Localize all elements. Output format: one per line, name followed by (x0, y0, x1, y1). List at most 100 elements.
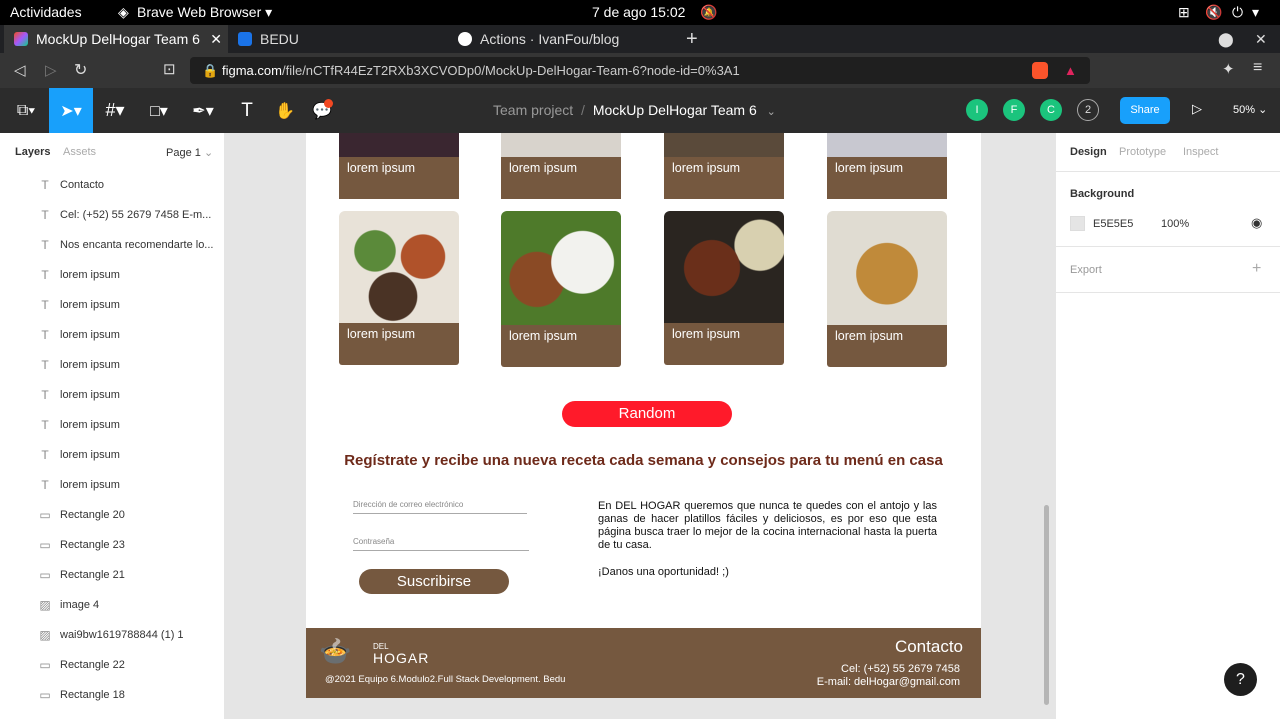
forward-icon[interactable]: ▷ (45, 61, 57, 79)
add-export-icon[interactable]: + (1252, 260, 1261, 278)
text-layer-icon: T (41, 298, 49, 312)
url-input[interactable]: 🔒 figma.com/file/nCTfR44EzT2RXb3XCVODp0/… (190, 57, 1090, 84)
recipe-card-label[interactable]: lorem ipsum (501, 157, 621, 199)
layer-row[interactable]: Tlorem ipsum (0, 440, 225, 470)
divider (1056, 246, 1280, 247)
layer-row[interactable]: Tlorem ipsum (0, 410, 225, 440)
avatar[interactable]: C (1040, 99, 1062, 121)
text-layer-icon: T (41, 178, 49, 192)
design-frame[interactable]: lorem ipsum lorem ipsum lorem ipsum lorem i… (306, 133, 981, 698)
layer-row[interactable]: Tlorem ipsum (0, 350, 225, 380)
recipe-card-label[interactable]: lorem ipsum (664, 157, 784, 199)
clock[interactable]: 7 de ago 15:02 (592, 4, 685, 20)
background-section-title: Background (1070, 188, 1135, 200)
recipe-card-label[interactable]: lorem ipsum (501, 325, 621, 367)
new-tab-button[interactable]: + (686, 25, 706, 53)
help-button[interactable]: ? (1224, 663, 1257, 696)
layer-row[interactable]: Tlorem ipsum (0, 380, 225, 410)
tab-figma[interactable]: MockUp DelHogar Team 6 ✕ (4, 25, 228, 53)
extensions-icon[interactable]: ✦ (1222, 60, 1235, 78)
reload-icon[interactable]: ↻ (74, 60, 87, 80)
email-field[interactable]: Dirección de correo electrónico (353, 500, 527, 514)
layer-name: Cel: (+52) 55 2679 7458 E-m... (60, 209, 212, 221)
text-layer-icon: T (41, 208, 49, 222)
app-menu[interactable]: Brave Web Browser ▾ (137, 4, 272, 21)
layer-row[interactable]: ▭ Rectangle 23 (0, 530, 225, 560)
file-breadcrumb[interactable]: Team project / MockUp DelHogar Team 6 ⌄ (493, 102, 776, 118)
tab-design[interactable]: Design (1070, 146, 1107, 158)
more-users-count[interactable]: 2 (1077, 99, 1099, 121)
tab-inspect[interactable]: Inspect (1183, 146, 1218, 158)
brave-shields-icon[interactable] (1032, 62, 1048, 79)
layer-row[interactable]: Tlorem ipsum (0, 320, 225, 350)
project-name[interactable]: Team project (493, 102, 573, 118)
layer-row[interactable]: Tlorem ipsum (0, 470, 225, 500)
share-button[interactable]: Share (1120, 97, 1170, 124)
zoom-dropdown[interactable]: 50% ⌄ (1233, 103, 1267, 116)
recipe-image (664, 211, 784, 325)
layer-row[interactable]: ▭ Rectangle 21 (0, 560, 225, 590)
tab-label: BEDU (260, 31, 299, 47)
page-selector[interactable]: Page 1 ⌄ (166, 146, 213, 159)
main-menu-icon[interactable]: ⧉▾ (4, 88, 48, 133)
recipe-card-label[interactable]: lorem ipsum (827, 157, 947, 199)
tab-prototype[interactable]: Prototype (1119, 146, 1166, 158)
present-icon[interactable]: ▷ (1192, 101, 1202, 117)
close-window-icon[interactable]: ✕ (1255, 25, 1271, 53)
layer-row[interactable]: T Cel: (+52) 55 2679 7458 E-m... (0, 200, 225, 230)
recipe-card-label[interactable]: lorem ipsum (339, 157, 459, 199)
tab-assets[interactable]: Assets (63, 146, 96, 158)
bookmark-icon[interactable]: ⊡ (163, 60, 176, 78)
layer-name: wai9bw1619788844 (1) 1 (60, 629, 184, 641)
layer-row[interactable]: ▭ Rectangle 22 (0, 650, 225, 680)
frame-tool-icon[interactable]: #▾ (93, 88, 137, 133)
zoom-level: 50% (1233, 104, 1256, 116)
layer-row[interactable]: Tlorem ipsum (0, 290, 225, 320)
layer-row[interactable]: ▭ Rectangle 20 (0, 500, 225, 530)
notifications-off-icon: 🔕 (700, 4, 718, 20)
layer-row[interactable]: Tlorem ipsum (0, 260, 225, 290)
tab-github[interactable]: Actions · IvanFou/blog (452, 25, 676, 53)
avatar[interactable]: I (966, 99, 988, 121)
power-icon[interactable]: ⏻ (1232, 4, 1243, 21)
background-opacity-input[interactable]: 100% (1161, 218, 1189, 230)
random-button[interactable]: Random (562, 401, 732, 427)
power-menu-chevron-icon[interactable]: ▾ (1252, 4, 1259, 21)
comment-tool-icon[interactable]: 💬 (300, 88, 344, 133)
layer-row[interactable]: ▨ image 4 (0, 590, 225, 620)
password-field[interactable]: Contraseña (353, 537, 529, 551)
brave-rewards-icon[interactable]: ▲ (1064, 57, 1077, 84)
file-menu-chevron-icon[interactable]: ⌄ (767, 106, 776, 118)
recipe-card-label[interactable]: lorem ipsum (339, 323, 459, 365)
shape-tool-icon[interactable]: □▾ (137, 88, 181, 133)
rectangle-layer-icon: ▭ (39, 538, 51, 552)
activities-button[interactable]: Actividades (10, 4, 82, 20)
back-icon[interactable]: ◁ (14, 61, 26, 79)
background-color-swatch[interactable] (1070, 216, 1085, 231)
network-icon[interactable]: ⊞ (1178, 4, 1190, 21)
close-tab-icon[interactable]: ✕ (210, 25, 222, 53)
recipe-card-label[interactable]: lorem ipsum (827, 325, 947, 367)
avatar[interactable]: F (1003, 99, 1025, 121)
move-tool-icon[interactable]: ➤▾ (49, 88, 93, 133)
tab-layers[interactable]: Layers (15, 146, 50, 158)
subscribe-button[interactable]: Suscribirse (359, 569, 509, 594)
menu-icon[interactable]: ≡ (1253, 59, 1262, 77)
file-name[interactable]: MockUp DelHogar Team 6 (593, 102, 757, 118)
delhogar-logo-icon: 🍲 (319, 636, 352, 666)
pen-tool-icon[interactable]: ✒▾ (181, 88, 225, 133)
canvas-scrollbar[interactable] (1044, 505, 1049, 705)
tab-list-icon[interactable]: ⬤ (1218, 25, 1234, 53)
background-hex-input[interactable]: E5E5E5 (1093, 218, 1133, 230)
divider (1056, 292, 1280, 293)
contact-phone: Cel: (+52) 55 2679 7458 (841, 663, 960, 675)
volume-icon[interactable]: 🔇 (1205, 4, 1222, 21)
layer-row[interactable]: ▭ Rectangle 18 (0, 680, 225, 710)
layer-row[interactable]: ▨ wai9bw1619788844 (1) 1 (0, 620, 225, 650)
visibility-eye-icon[interactable]: ◉ (1251, 215, 1262, 231)
layer-row[interactable]: T Contacto (0, 170, 225, 200)
tab-bedu[interactable]: BEDU (228, 25, 452, 53)
layer-row[interactable]: T Nos encanta recomendarte lo... (0, 230, 225, 260)
recipe-card-label[interactable]: lorem ipsum (664, 323, 784, 365)
layers-panel: Layers Assets Page 1 ⌄ T Contacto T Cel: (+… (0, 133, 225, 719)
